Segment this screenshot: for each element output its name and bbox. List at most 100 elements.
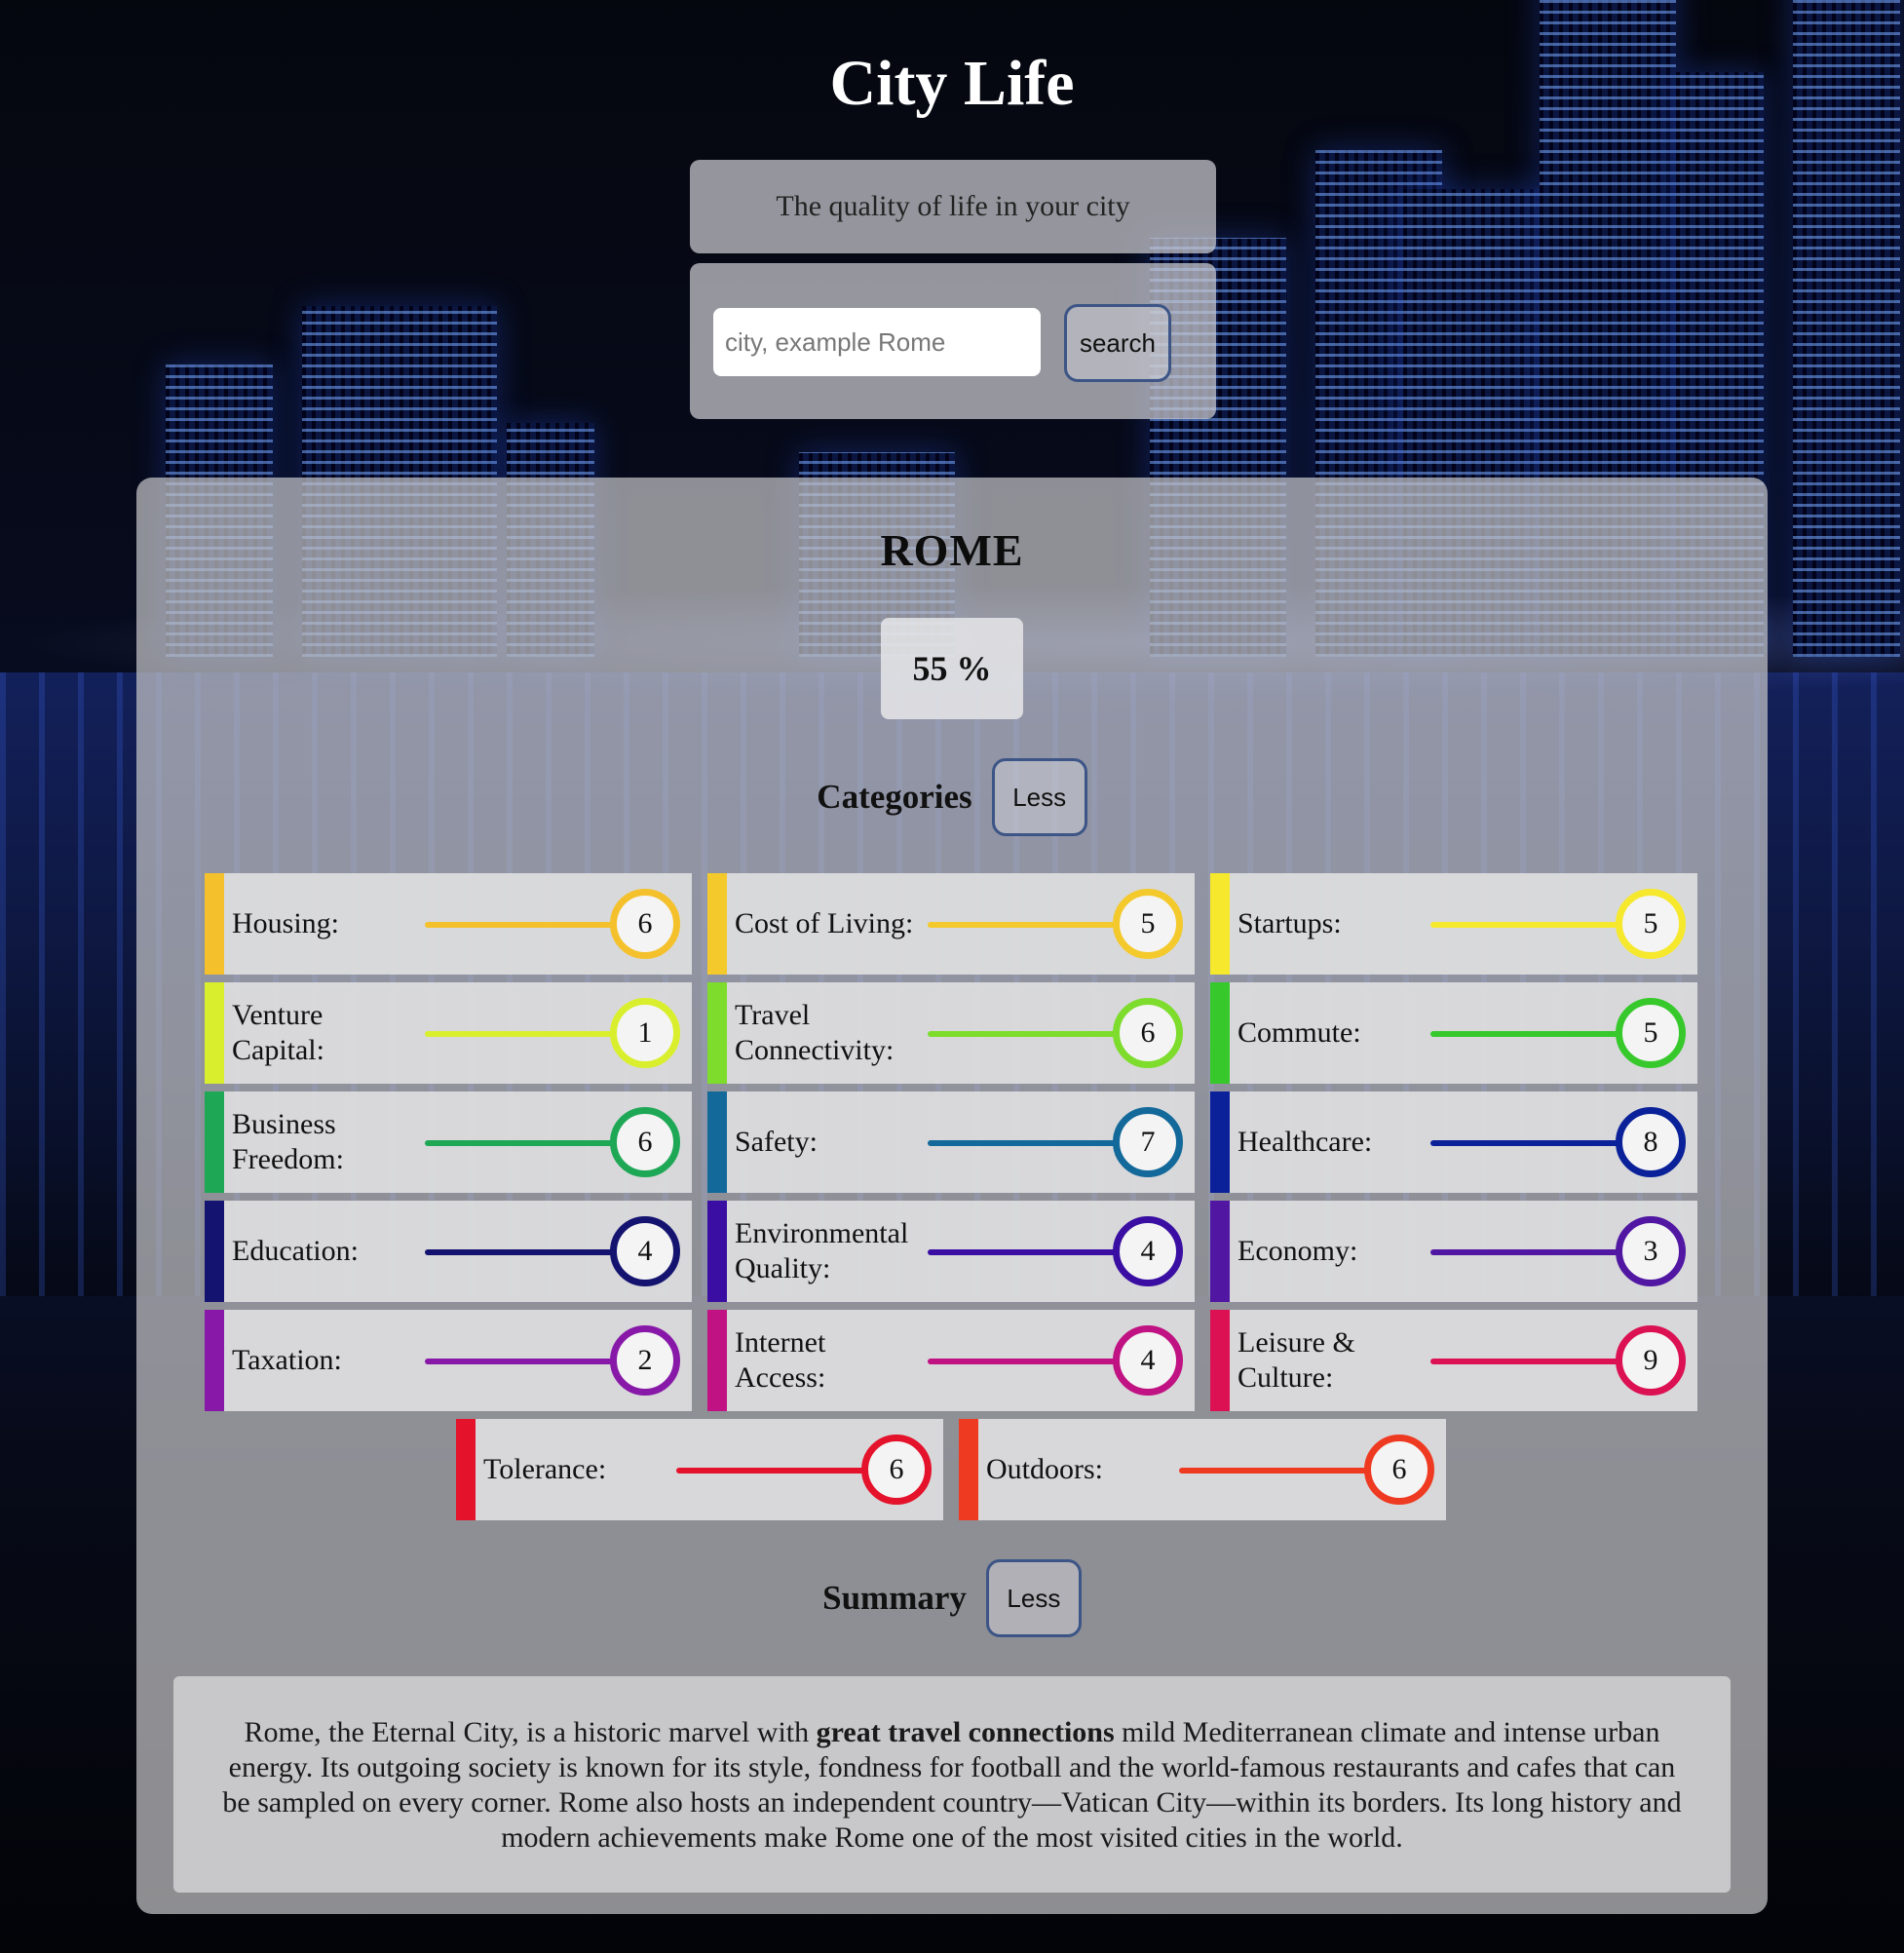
category-card: Tolerance: 6 [456, 1419, 943, 1520]
category-label: Economy: [1238, 1235, 1358, 1267]
category-line [928, 1249, 1123, 1255]
category-card: Education: 4 [205, 1201, 692, 1302]
category-label: Leisure & Culture: [1238, 1326, 1355, 1394]
summary-heading: Summary [822, 1579, 967, 1617]
category-line [928, 1031, 1123, 1037]
category-color-bar [707, 1201, 727, 1302]
search-button[interactable]: search [1064, 304, 1171, 382]
category-line [425, 1031, 620, 1037]
overall-score: 55 % [881, 618, 1023, 719]
result-panel: ROME 55 % Categories Less Housing: 6 Cost … [136, 478, 1768, 1914]
category-line [676, 1468, 871, 1474]
category-line [425, 1140, 620, 1146]
category-color-bar [1210, 982, 1230, 1084]
category-color-bar [1210, 873, 1230, 975]
category-label: Startups: [1238, 907, 1342, 939]
app-title: City Life [829, 48, 1075, 119]
category-color-bar [205, 1201, 224, 1302]
category-line [1430, 1140, 1625, 1146]
category-line [928, 1140, 1123, 1146]
category-score: 8 [1616, 1107, 1686, 1177]
category-label: Outdoors: [986, 1453, 1103, 1485]
category-score: 4 [1113, 1325, 1183, 1396]
category-line [928, 922, 1123, 928]
category-color-bar [205, 1091, 224, 1193]
category-label: Education: [232, 1235, 359, 1267]
summary-toggle-button[interactable]: Less [985, 1559, 1082, 1637]
search-form: search [690, 263, 1216, 419]
category-color-bar [1210, 1201, 1230, 1302]
category-line [928, 1359, 1123, 1364]
category-card: Taxation: 2 [205, 1310, 692, 1411]
category-line [1430, 922, 1625, 928]
category-score: 6 [1364, 1435, 1434, 1505]
category-label: Taxation: [232, 1344, 342, 1376]
category-line [1179, 1468, 1374, 1474]
category-card: Venture Capital: 1 [205, 982, 692, 1084]
category-label: Commute: [1238, 1016, 1361, 1049]
category-score: 6 [610, 889, 680, 959]
category-label: Travel Connectivity: [735, 999, 895, 1066]
categories-toggle-button[interactable]: Less [991, 758, 1087, 836]
category-score: 5 [1616, 889, 1686, 959]
category-card: Cost of Living: 5 [707, 873, 1195, 975]
category-color-bar [456, 1419, 476, 1520]
category-label: Housing: [232, 907, 340, 939]
category-label: Healthcare: [1238, 1126, 1373, 1158]
category-score: 5 [1616, 998, 1686, 1068]
category-score: 4 [1113, 1216, 1183, 1286]
category-score: 6 [861, 1435, 932, 1505]
category-card: Business Freedom: 6 [205, 1091, 692, 1193]
tagline-text: The quality of life in your city [776, 190, 1130, 222]
category-card: Leisure & Culture: 9 [1210, 1310, 1697, 1411]
summary-highlight: great travel connections [816, 1716, 1115, 1748]
category-label: Safety: [735, 1126, 818, 1158]
category-color-bar [205, 1310, 224, 1411]
category-card: Environmental Quality: 4 [707, 1201, 1195, 1302]
categories-header: Categories Less [136, 758, 1768, 836]
category-card: Housing: 6 [205, 873, 692, 975]
category-score: 6 [610, 1107, 680, 1177]
summary-text-start: Rome, the Eternal City, is a historic ma… [244, 1716, 817, 1748]
category-line [425, 922, 620, 928]
category-color-bar [205, 982, 224, 1084]
category-card: Commute: 5 [1210, 982, 1697, 1084]
category-color-bar [707, 873, 727, 975]
category-score: 4 [610, 1216, 680, 1286]
category-color-bar [1210, 1310, 1230, 1411]
category-card: Outdoors: 6 [959, 1419, 1446, 1520]
category-card: Safety: 7 [707, 1091, 1195, 1193]
category-label: Environmental Quality: [735, 1217, 909, 1284]
tagline-box: The quality of life in your city [690, 160, 1216, 253]
city-name: ROME [880, 525, 1024, 575]
category-line [1430, 1359, 1625, 1364]
category-line [425, 1359, 620, 1364]
category-score: 1 [610, 998, 680, 1068]
category-color-bar [707, 1310, 727, 1411]
category-line [425, 1249, 620, 1255]
category-label: Internet Access: [735, 1326, 826, 1394]
category-color-bar [1210, 1091, 1230, 1193]
category-score: 7 [1113, 1107, 1183, 1177]
summary-text: Rome, the Eternal City, is a historic ma… [173, 1676, 1731, 1893]
category-color-bar [707, 982, 727, 1084]
category-score: 2 [610, 1325, 680, 1396]
category-card: Healthcare: 8 [1210, 1091, 1697, 1193]
category-card: Startups: 5 [1210, 873, 1697, 975]
category-color-bar [959, 1419, 978, 1520]
category-label: Business Freedom: [232, 1108, 344, 1175]
category-label: Venture Capital: [232, 999, 324, 1066]
category-score: 5 [1113, 889, 1183, 959]
category-label: Tolerance: [483, 1453, 607, 1485]
category-card: Travel Connectivity: 6 [707, 982, 1195, 1084]
category-color-bar [707, 1091, 727, 1193]
category-score: 9 [1616, 1325, 1686, 1396]
category-card: Economy: 3 [1210, 1201, 1697, 1302]
category-line [1430, 1031, 1625, 1037]
search-input[interactable] [713, 308, 1041, 376]
category-label: Cost of Living: [735, 907, 914, 939]
category-card: Internet Access: 4 [707, 1310, 1195, 1411]
categories-heading: Categories [817, 778, 972, 816]
category-score: 6 [1113, 998, 1183, 1068]
category-color-bar [205, 873, 224, 975]
